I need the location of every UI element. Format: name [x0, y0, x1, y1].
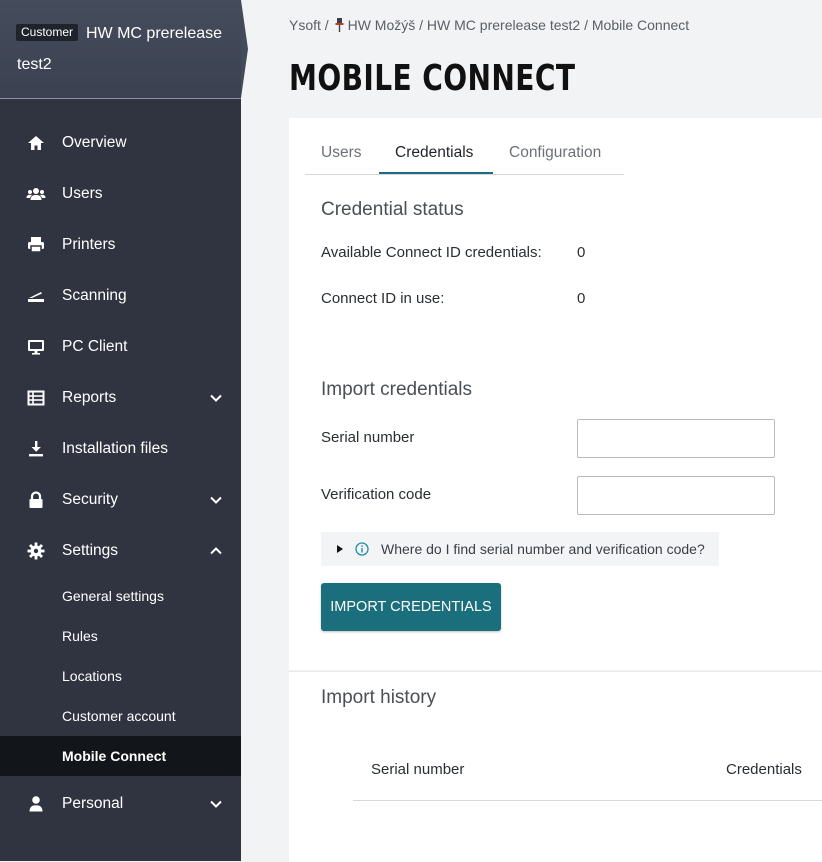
import-credentials-heading: Import credentials — [321, 379, 473, 400]
sidebar-item-overview[interactable]: Overview — [0, 117, 241, 168]
breadcrumb-item-hw-mozys[interactable]: HW Možýš — [348, 17, 416, 33]
active-tab-indicator — [379, 172, 493, 174]
sidebar-item-label: Personal — [62, 795, 124, 812]
sidebar-item-label: Printers — [62, 236, 116, 253]
monitor-icon — [28, 340, 44, 355]
sidebar-item-printers[interactable]: Printers — [0, 219, 241, 270]
sidebar-item-label: Settings — [62, 542, 119, 559]
credentials-card: Users Credentials Configuration Credenti… — [289, 118, 822, 670]
sidebar-subitem-rules[interactable]: Rules — [0, 616, 241, 656]
caret-right-icon — [337, 545, 343, 553]
serial-number-input[interactable] — [577, 419, 775, 458]
verification-code-label: Verification code — [321, 486, 432, 503]
download-icon — [29, 441, 43, 457]
page-title: MOBILE CONNECT — [289, 58, 576, 99]
chevron-up-icon[interactable] — [209, 544, 223, 558]
sidebar-item-personal[interactable]: Personal — [0, 778, 241, 829]
column-header-credentials[interactable]: Credentials — [726, 761, 802, 779]
help-disclosure[interactable]: Where do I find serial number and verifi… — [321, 532, 719, 566]
person-icon — [29, 796, 43, 812]
customer-name: HW MC prerelease test2 — [17, 25, 223, 73]
verification-code-input[interactable] — [577, 476, 775, 515]
home-icon — [28, 136, 44, 150]
in-use-value: 0 — [577, 290, 586, 307]
chevron-down-icon[interactable] — [209, 797, 223, 811]
breadcrumb-item-ysoft[interactable]: Ysoft — [289, 17, 321, 33]
tab-credentials[interactable]: Credentials — [395, 144, 473, 162]
sidebar-subitem-general-settings[interactable]: General settings — [0, 576, 241, 616]
sidebar-item-label: Scanning — [62, 287, 127, 304]
tab-configuration[interactable]: Configuration — [509, 144, 601, 162]
sidebar-subitem-mobile-connect[interactable]: Mobile Connect — [0, 736, 241, 776]
users-icon — [26, 188, 46, 200]
breadcrumb-separator: / — [584, 17, 588, 33]
table-icon — [27, 390, 45, 406]
sidebar-subitem-label: General settings — [62, 588, 164, 604]
import-credentials-button[interactable]: IMPORT CREDENTIALS — [321, 583, 501, 631]
sidebar-item-installation-files[interactable]: Installation files — [0, 423, 241, 474]
header-arrow — [241, 0, 248, 98]
sidebar-nav: Overview Users Printers Scanning PC Clie… — [0, 117, 241, 829]
sidebar-item-scanning[interactable]: Scanning — [0, 270, 241, 321]
available-credentials-label: Available Connect ID credentials: — [321, 244, 542, 261]
in-use-label: Connect ID in use: — [321, 290, 445, 307]
sidebar-item-label: Users — [62, 185, 103, 202]
sidebar-item-security[interactable]: Security — [0, 474, 241, 525]
scanner-icon — [28, 292, 44, 302]
sidebar-subitem-customer-account[interactable]: Customer account — [0, 696, 241, 736]
tab-users[interactable]: Users — [321, 144, 361, 162]
sidebar-item-label: PC Client — [62, 338, 128, 355]
sidebar-item-users[interactable]: Users — [0, 168, 241, 219]
pin-icon — [335, 18, 344, 32]
import-history-card: Import history Serial number Credentials — [289, 671, 822, 862]
breadcrumb-separator: / — [324, 17, 329, 33]
sidebar-subitem-label: Rules — [62, 628, 98, 644]
table-header-divider — [353, 800, 822, 801]
credential-status-heading: Credential status — [321, 199, 464, 220]
sidebar-item-reports[interactable]: Reports — [0, 372, 241, 423]
sidebar-item-label: Installation files — [62, 440, 168, 457]
breadcrumb-separator: / — [419, 17, 424, 33]
lock-icon — [29, 491, 43, 508]
sidebar: Customer HW MC prerelease test2 Overview… — [0, 0, 248, 861]
sidebar-subitem-label: Locations — [62, 668, 122, 684]
sidebar-subitem-label: Mobile Connect — [62, 748, 167, 764]
breadcrumb-item-current: Mobile Connect — [591, 17, 690, 33]
customer-header[interactable]: Customer HW MC prerelease test2 — [0, 0, 241, 99]
import-history-heading: Import history — [321, 687, 437, 708]
sidebar-item-label: Reports — [62, 389, 117, 406]
sidebar-item-pc-client[interactable]: PC Client — [0, 321, 241, 372]
help-text: Where do I find serial number and verifi… — [381, 541, 705, 557]
sidebar-subitem-locations[interactable]: Locations — [0, 656, 241, 696]
tab-bar: Users Credentials Configuration — [305, 138, 624, 175]
serial-number-label: Serial number — [321, 429, 415, 446]
gear-icon — [27, 542, 45, 560]
sidebar-item-label: Overview — [62, 134, 127, 151]
chevron-down-icon[interactable] — [209, 391, 223, 405]
sidebar-item-settings[interactable]: Settings — [0, 525, 241, 576]
chevron-down-icon[interactable] — [209, 493, 223, 507]
sidebar-subitem-label: Customer account — [62, 708, 176, 724]
available-credentials-value: 0 — [577, 244, 586, 261]
info-icon — [355, 542, 369, 556]
breadcrumb: Ysoft / HW Možýš / HW MC prerelease test… — [289, 16, 689, 34]
breadcrumb-item-customer[interactable]: HW MC prerelease test2 — [427, 17, 580, 33]
column-header-serial-number[interactable]: Serial number — [371, 761, 464, 779]
sidebar-item-label: Security — [62, 491, 118, 508]
printer-icon — [28, 237, 44, 253]
